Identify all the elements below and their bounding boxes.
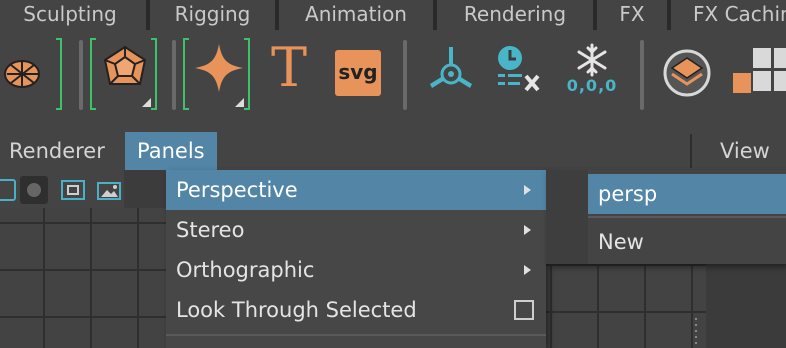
menu-renderer[interactable]: Renderer	[9, 132, 105, 170]
cache-readout: 0,0,0	[566, 76, 618, 95]
tab-fx[interactable]: FX	[597, 0, 667, 30]
perspective-viewport[interactable]	[0, 208, 166, 348]
tab-fx-caching[interactable]: FX Caching	[671, 0, 786, 30]
text-t-icon: T	[270, 36, 308, 99]
tab-fx-label: FX	[619, 2, 645, 26]
snowflake-icon	[577, 43, 607, 77]
group-bracket-icon	[56, 38, 62, 110]
submenu-gutter	[546, 170, 588, 264]
film-gate-icon[interactable]	[60, 179, 86, 201]
super-shape-tool-button[interactable]	[193, 42, 245, 107]
submenu-arrow-icon	[524, 225, 531, 235]
menu-view[interactable]: View	[720, 132, 770, 170]
menu-divider	[166, 334, 546, 336]
menu-item-stereo[interactable]: Stereo	[166, 210, 546, 250]
viewport-grid	[0, 208, 166, 348]
submenu-item-label: New	[598, 230, 644, 254]
shelf-separator	[403, 40, 407, 110]
menubar-separator	[690, 134, 692, 168]
panel-divider	[0, 122, 786, 132]
image-plane-icon[interactable]	[96, 179, 122, 201]
propeller-tool-button[interactable]	[428, 44, 474, 92]
group-bracket-icon	[183, 38, 189, 110]
freeze-cache-tool-button[interactable]: 0,0,0	[564, 42, 620, 100]
tab-rigging[interactable]: Rigging	[150, 0, 275, 30]
grid-squares-icon	[733, 48, 786, 93]
shelf-separator	[172, 40, 176, 110]
shelf-separator	[640, 40, 644, 110]
shelf-separator	[79, 40, 83, 110]
tab-animation[interactable]: Animation	[279, 0, 433, 30]
panel-icon-bar	[0, 170, 124, 208]
dropdown-corner-icon	[142, 98, 151, 107]
submenu-arrow-icon	[524, 185, 531, 195]
four-point-star-icon	[195, 44, 243, 92]
panels-dropdown-menu: Perspective Stereo Orthographic Look Thr…	[166, 170, 546, 348]
group-bracket-icon	[151, 38, 157, 110]
menu-item-label: Look Through Selected	[176, 298, 417, 322]
tab-fx-caching-label: FX Caching	[693, 2, 786, 26]
submenu-arrow-icon	[524, 265, 531, 275]
panel-menubar: Renderer Panels View	[0, 132, 786, 170]
shaded-sphere-icon	[27, 183, 41, 197]
tab-sculpting-label: Sculpting	[23, 2, 117, 26]
splitter-handle[interactable]	[695, 318, 697, 348]
propeller-icon	[430, 47, 472, 88]
layers-tool-button[interactable]	[662, 48, 712, 98]
menu-item-label: Orthographic	[176, 258, 315, 282]
tab-rigging-label: Rigging	[174, 2, 251, 26]
tab-rendering-label: Rendering	[463, 2, 567, 26]
look-through-checkbox[interactable]	[514, 300, 534, 320]
submenu-item-new[interactable]: New	[588, 222, 786, 262]
menu-item-look-through-selected[interactable]: Look Through Selected	[166, 290, 546, 330]
layers-icon	[663, 49, 711, 97]
platonic-tool-button[interactable]	[100, 44, 151, 107]
text-tool-button[interactable]: T	[264, 38, 314, 98]
group-bracket-icon	[90, 38, 96, 110]
menu-item-label: Perspective	[176, 178, 298, 202]
dropdown-corner-icon	[235, 98, 244, 107]
menu-item-orthographic[interactable]: Orthographic	[166, 250, 546, 290]
svg-icon: svg	[338, 60, 378, 84]
wireframe-toggle-button[interactable]	[20, 176, 48, 204]
menu-divider	[588, 216, 786, 218]
camera-icon[interactable]	[0, 179, 16, 201]
menu-panels[interactable]: Panels	[125, 132, 217, 170]
shelf: T svg 0,0,0	[0, 30, 786, 122]
sphere-disc-icon	[4, 60, 40, 88]
grid-layout-tool-button[interactable]	[733, 46, 786, 98]
tab-rendering[interactable]: Rendering	[437, 0, 593, 30]
submenu-item-label: persp	[598, 182, 658, 206]
group-bracket-icon	[244, 38, 250, 110]
dodecahedron-icon	[103, 45, 147, 85]
clock-delete-icon	[498, 46, 540, 92]
tab-animation-label: Animation	[305, 2, 407, 26]
submenu-item-persp[interactable]: persp	[588, 174, 786, 214]
shelf-tab-bar: Sculpting Rigging Animation Rendering FX…	[0, 0, 786, 30]
menu-item-label: Stereo	[176, 218, 245, 242]
polygon-tool-button[interactable]	[4, 50, 44, 94]
svg-tool-button[interactable]: svg	[335, 50, 381, 96]
clock-cache-tool-button[interactable]	[494, 44, 546, 96]
perspective-submenu: persp New	[546, 170, 786, 264]
tab-sculpting[interactable]: Sculpting	[0, 0, 146, 30]
menu-item-perspective[interactable]: Perspective	[166, 170, 546, 210]
